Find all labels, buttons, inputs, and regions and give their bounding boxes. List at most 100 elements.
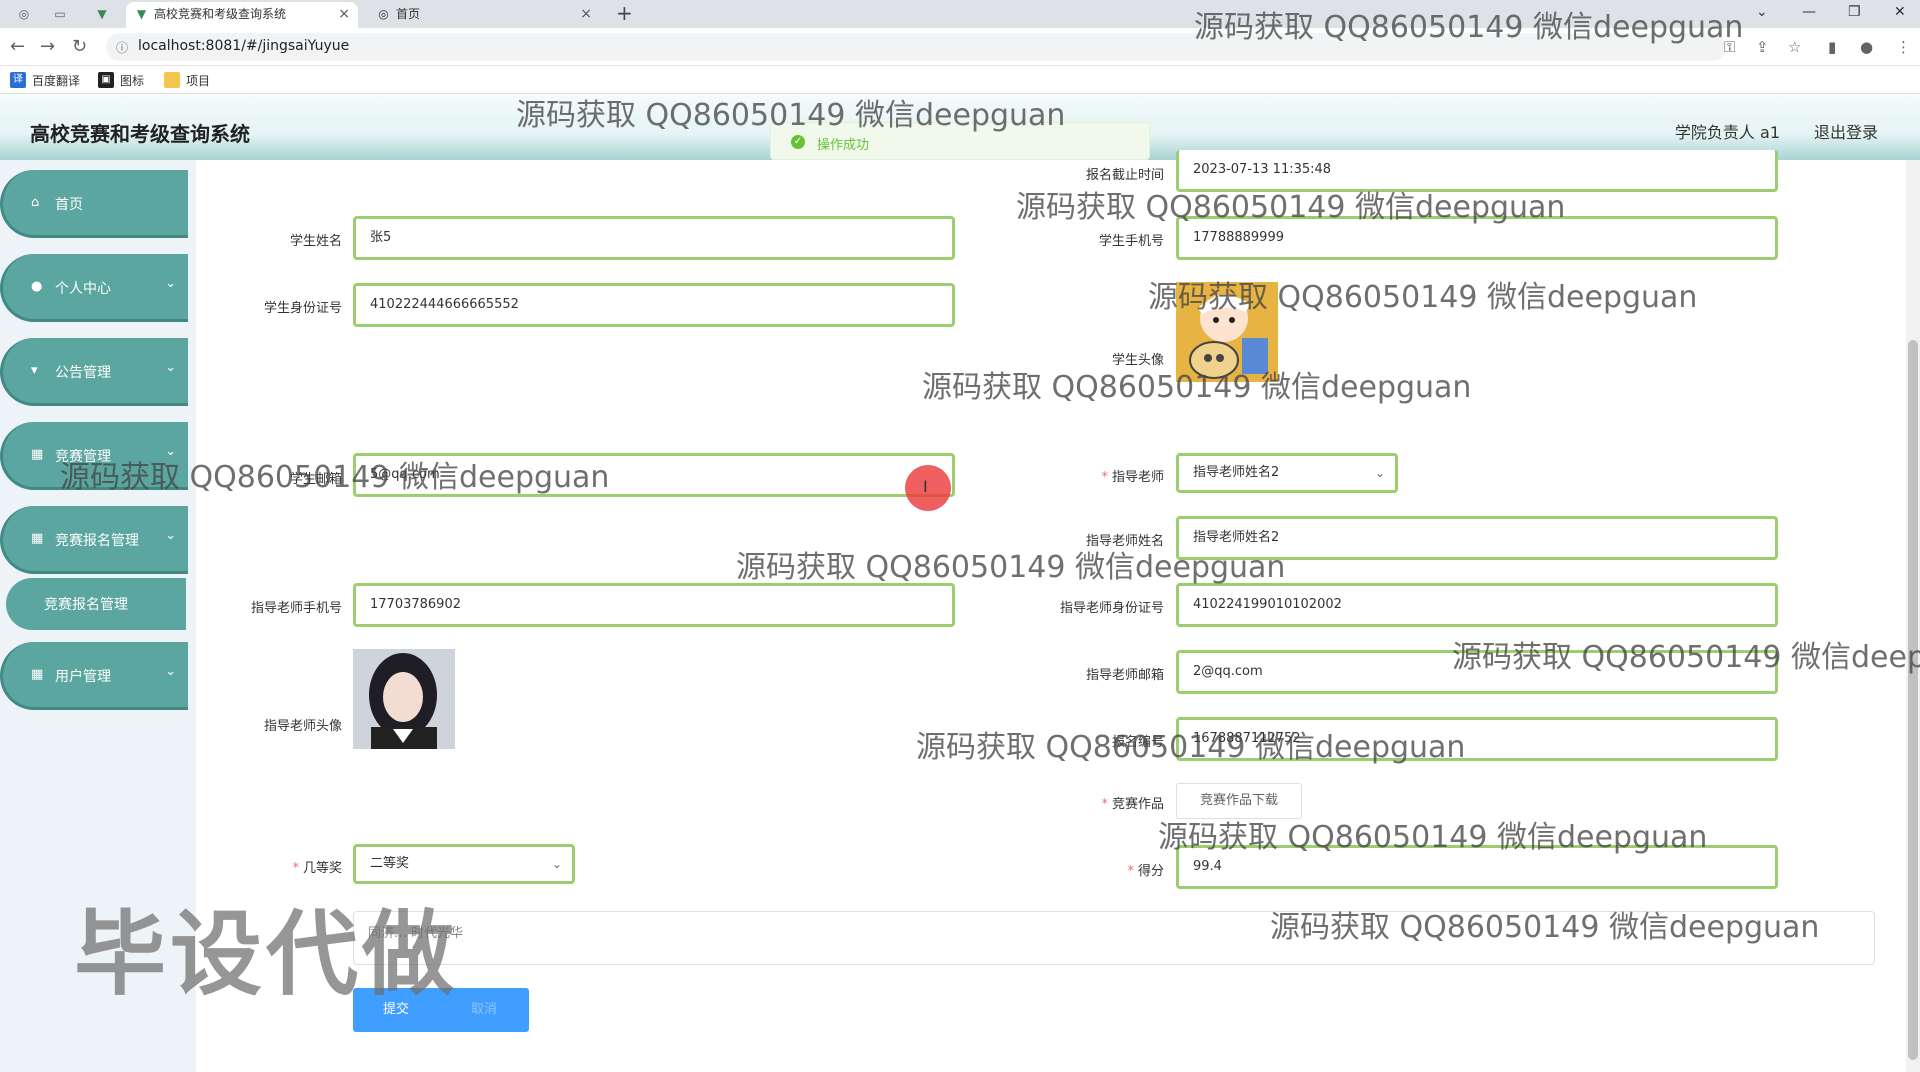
teacher-phone-field[interactable]: 17703786902 bbox=[353, 583, 955, 627]
teacher-id-field[interactable]: 410224199010102002 bbox=[1176, 583, 1778, 627]
bookmark-label: 项目 bbox=[186, 74, 211, 88]
browser-tabbar: ◎ ▭ ▼ ▼ 高校竞赛和考级查询系统 × ◎ 首页 × + ⌄ — ❐ ✕ bbox=[0, 0, 1920, 28]
success-toast: ✓ 操作成功 bbox=[770, 122, 1150, 160]
sidebar-item-label: 用户管理 bbox=[55, 669, 111, 685]
logout-link[interactable]: 退出登录 bbox=[1814, 119, 1878, 143]
sidebar-item-label: 个人中心 bbox=[55, 281, 111, 297]
translate-icon: 译 bbox=[10, 72, 26, 88]
sidebar-item-announcements[interactable]: ▾ 公告管理 ⌄ bbox=[0, 338, 188, 406]
tab-close-icon[interactable]: × bbox=[338, 2, 350, 26]
new-tab-button[interactable]: + bbox=[616, 2, 633, 24]
announcement-icon: ▾ bbox=[31, 363, 38, 378]
more-menu-icon[interactable]: ⋮ bbox=[1896, 38, 1911, 56]
student-name-label: 学生姓名 bbox=[289, 234, 342, 249]
scrollbar-thumb[interactable] bbox=[1908, 340, 1918, 1060]
student-email-field[interactable]: 5@qq.com bbox=[353, 453, 955, 497]
toast-message: 操作成功 bbox=[817, 138, 870, 153]
sidebar-item-label: 竞赛管理 bbox=[55, 449, 111, 465]
share-icon[interactable]: ⇪ bbox=[1756, 38, 1769, 56]
bookmarks-bar: 译 百度翻译 ▣ 图标 项目 bbox=[0, 66, 1920, 94]
tab-close-icon[interactable]: × bbox=[580, 2, 592, 26]
minimize-icon[interactable]: — bbox=[1802, 0, 1816, 24]
grid-icon: ▦ bbox=[31, 447, 44, 462]
sidebar-subitem-label: 竞赛报名管理 bbox=[44, 597, 128, 613]
chevron-down-icon: ⌄ bbox=[165, 360, 176, 375]
back-icon[interactable]: ← bbox=[10, 37, 25, 57]
user-icon: ● bbox=[31, 279, 43, 294]
side-panel-icon[interactable]: ▮ bbox=[1828, 38, 1836, 56]
bookmark-translate[interactable]: 译 百度翻译 bbox=[10, 72, 80, 89]
forward-icon[interactable]: → bbox=[40, 37, 55, 57]
watermark-stamp: 毕设代做 bbox=[74, 901, 459, 1008]
teacher-select[interactable]: 指导老师姓名2 ⌄ bbox=[1176, 453, 1398, 493]
star-icon[interactable]: ☆ bbox=[1788, 38, 1801, 56]
close-window-icon[interactable]: ✕ bbox=[1894, 0, 1906, 24]
student-avatar-image[interactable] bbox=[1176, 282, 1278, 382]
tab-search-icon[interactable]: ⌄ bbox=[1756, 0, 1768, 24]
bookmark-icons[interactable]: ▣ 图标 bbox=[98, 72, 144, 89]
download-work-button[interactable]: 竞赛作品下载 bbox=[1176, 783, 1302, 819]
image-icon: ▣ bbox=[98, 72, 114, 88]
restore-icon[interactable]: ❐ bbox=[1848, 0, 1861, 24]
app-title: 高校竞赛和考级查询系统 bbox=[30, 122, 250, 146]
vue-icon[interactable]: ▼ bbox=[94, 6, 110, 22]
student-id-field[interactable]: 410222444666665552 bbox=[353, 283, 955, 327]
student-id-label: 学生身份证号 bbox=[263, 301, 342, 316]
score-label: * 得分 bbox=[1127, 864, 1164, 879]
chevron-down-icon: ⌄ bbox=[551, 857, 562, 871]
reg-no-field[interactable]: 1678887112752 bbox=[1176, 717, 1778, 761]
cursor-indicator: I bbox=[905, 465, 951, 511]
folder-icon bbox=[164, 72, 180, 88]
sidebar-item-registrations[interactable]: ▦ 竞赛报名管理 ⌄ bbox=[0, 506, 188, 574]
score-field[interactable]: 99.4 bbox=[1176, 845, 1778, 889]
award-select[interactable]: 二等奖 ⌄ bbox=[353, 844, 575, 884]
url-text: localhost:8081/#/jingsaiYuyue bbox=[138, 38, 350, 54]
bookmark-label: 百度翻译 bbox=[32, 74, 81, 88]
deadline-field[interactable]: 2023-07-13 11:35:48 bbox=[1176, 150, 1778, 192]
tab-active[interactable]: ▼ 高校竞赛和考级查询系统 × bbox=[126, 2, 358, 28]
vue-favicon-icon: ▼ bbox=[136, 7, 147, 21]
student-phone-field[interactable]: 17788889999 bbox=[1176, 216, 1778, 260]
sidebar-item-profile[interactable]: ● 个人中心 ⌄ bbox=[0, 254, 188, 322]
sidebar-item-label: 首页 bbox=[55, 197, 83, 213]
tab-title: 首页 bbox=[396, 7, 421, 21]
cancel-button[interactable]: 取消 bbox=[471, 988, 497, 1032]
check-icon: ✓ bbox=[791, 135, 805, 149]
teacher-email-label: 指导老师邮箱 bbox=[1085, 668, 1164, 683]
chevron-down-icon: ⌄ bbox=[165, 444, 176, 459]
teacher-email-field[interactable]: 2@qq.com bbox=[1176, 650, 1778, 694]
teacher-avatar-image[interactable] bbox=[353, 649, 455, 749]
url-input[interactable]: ⓘ localhost:8081/#/jingsaiYuyue bbox=[106, 33, 1726, 61]
sidebar-item-home[interactable]: ⌂ 首页 bbox=[0, 170, 188, 238]
sidebar-item-label: 公告管理 bbox=[55, 365, 111, 381]
award-select-value: 二等奖 bbox=[370, 856, 410, 871]
chevron-down-icon: ⌄ bbox=[165, 528, 176, 543]
browser-menu-icon[interactable]: ◎ bbox=[16, 6, 32, 22]
sidebar-item-users[interactable]: ▦ 用户管理 ⌄ bbox=[0, 642, 188, 710]
work-label: * 竞赛作品 bbox=[1101, 797, 1164, 812]
student-name-field[interactable]: 张5 bbox=[353, 216, 955, 260]
chevron-down-icon: ⌄ bbox=[1374, 466, 1385, 480]
teacher-avatar-label: 指导老师头像 bbox=[263, 719, 342, 734]
sidebar-item-competitions[interactable]: ▦ 竞赛管理 ⌄ bbox=[0, 422, 188, 490]
reload-icon[interactable]: ↻ bbox=[72, 37, 87, 57]
sidebar-subitem-registrations[interactable]: 竞赛报名管理 bbox=[6, 578, 186, 630]
student-email-label: 学生邮箱 bbox=[289, 472, 342, 487]
tab-group-icon[interactable]: ▭ bbox=[52, 6, 68, 22]
bookmark-project[interactable]: 项目 bbox=[164, 72, 210, 89]
comment-textarea[interactable]: 同济… 时代光华 bbox=[353, 911, 1875, 965]
tab-home[interactable]: ◎ 首页 × bbox=[368, 2, 600, 28]
bookmark-label: 图标 bbox=[120, 74, 145, 88]
key-icon[interactable]: ⚿ bbox=[1724, 38, 1735, 56]
teacher-name-field[interactable]: 指导老师姓名2 bbox=[1176, 516, 1778, 560]
student-avatar-label: 学生头像 bbox=[1111, 353, 1164, 368]
award-label: * 几等奖 bbox=[292, 861, 342, 876]
address-bar: ← → ↻ ⓘ localhost:8081/#/jingsaiYuyue ⚿ … bbox=[0, 28, 1920, 66]
site-info-icon[interactable]: ⓘ bbox=[116, 39, 128, 56]
globe-icon: ◎ bbox=[378, 7, 389, 21]
teacher-id-label: 指导老师身份证号 bbox=[1059, 601, 1164, 616]
profile-icon[interactable]: ● bbox=[1860, 38, 1873, 56]
grid-icon: ▦ bbox=[31, 531, 44, 546]
text-cursor-icon: I bbox=[923, 477, 928, 496]
sidebar-item-label: 竞赛报名管理 bbox=[55, 533, 139, 549]
